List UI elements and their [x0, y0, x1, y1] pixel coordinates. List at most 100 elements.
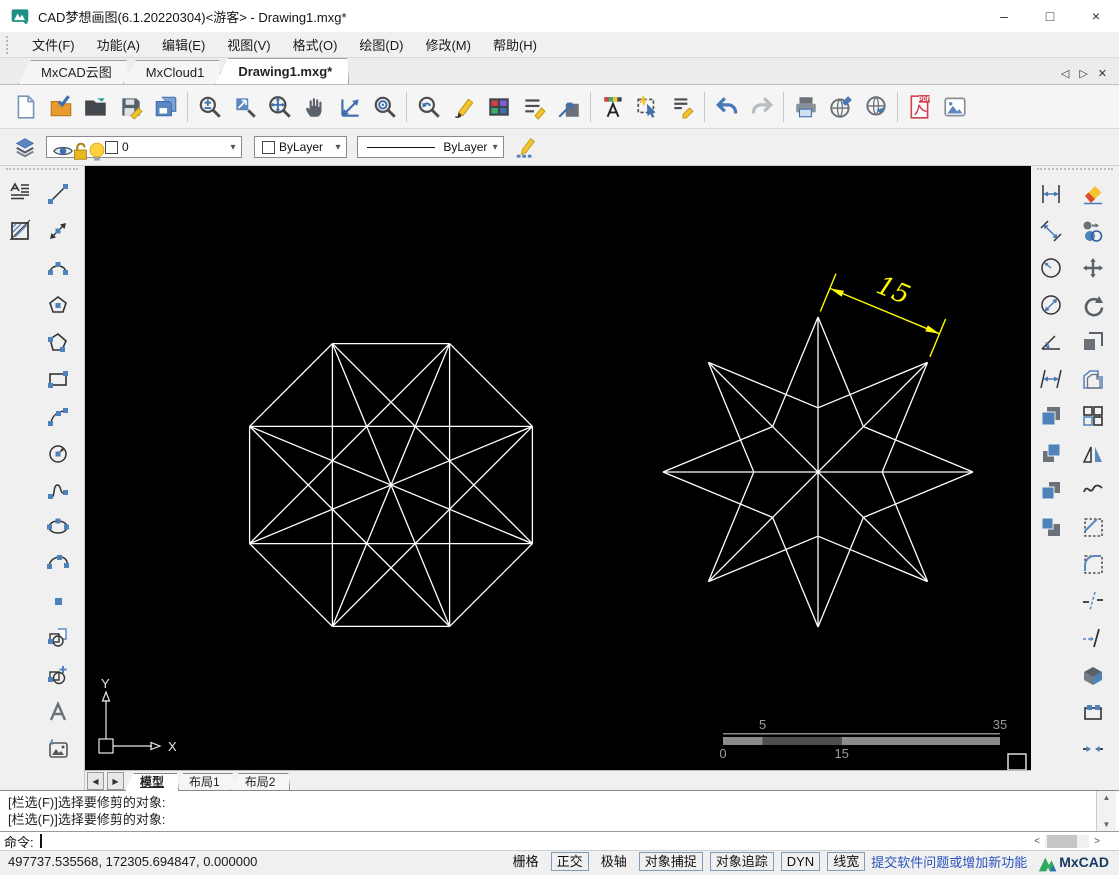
lineweight-settings-button[interactable] — [551, 89, 586, 125]
color-select[interactable]: ByLayer ▾ — [254, 136, 347, 158]
toggle-栅格[interactable]: 栅格 — [508, 853, 544, 870]
radius-dimension-button[interactable] — [1035, 252, 1067, 284]
doc-tab-MxCAD云图[interactable]: MxCAD云图 — [18, 60, 129, 84]
menu-视图V[interactable]: 视图(V) — [216, 32, 281, 57]
close-button[interactable]: × — [1073, 0, 1119, 32]
move-button[interactable] — [1077, 252, 1109, 284]
image-export-button[interactable] — [937, 89, 972, 125]
erase-button[interactable] — [1077, 178, 1109, 210]
rotate-button[interactable] — [1077, 289, 1109, 321]
menu-格式O[interactable]: 格式(O) — [282, 32, 349, 57]
stretch-button[interactable] — [1077, 696, 1109, 728]
layer-select[interactable]: 0 ▾ — [46, 136, 242, 161]
undo-button[interactable] — [709, 89, 744, 125]
array-button[interactable] — [1077, 400, 1109, 432]
drawing-canvas[interactable]: 15 5 35 0 15 Y X — [85, 166, 1031, 770]
toggle-DYN[interactable]: DYN — [780, 852, 821, 871]
point-button[interactable] — [42, 585, 74, 617]
mtext-button[interactable] — [4, 178, 36, 210]
command-history[interactable]: [栏选(F)]选择要修剪的对象: [栏选(F)]选择要修剪的对象: — [0, 790, 1119, 831]
elliptical-arc-button[interactable] — [42, 548, 74, 580]
menu-功能A[interactable]: 功能(A) — [86, 32, 151, 57]
model-tabs-next-button[interactable]: ▶ — [107, 772, 124, 790]
web-publish-button[interactable] — [823, 89, 858, 125]
property-brush-button[interactable] — [665, 89, 700, 125]
polyline-edit-button[interactable] — [1077, 474, 1109, 506]
draw-order-front-button[interactable] — [1035, 474, 1067, 506]
arc-polyline-button[interactable] — [42, 400, 74, 432]
scrollbar-track[interactable] — [1045, 834, 1089, 848]
create-block-button[interactable] — [42, 659, 74, 691]
aligned-dimension-button[interactable] — [1035, 215, 1067, 247]
zoom-in-out-button[interactable] — [192, 89, 227, 125]
pdf-export-button[interactable]: PDF — [902, 89, 937, 125]
zoom-center-button[interactable] — [367, 89, 402, 125]
command-history-scrollbar[interactable]: ▲ ▼ — [1096, 791, 1116, 831]
continue-dimension-button[interactable] — [1035, 363, 1067, 395]
command-input[interactable]: 命令: < > — [0, 831, 1119, 850]
scale-button[interactable] — [1077, 326, 1109, 358]
minimize-button[interactable]: – — [981, 0, 1027, 32]
zoom-extents-button[interactable] — [332, 89, 367, 125]
menu-帮助H[interactable]: 帮助(H) — [482, 32, 548, 57]
save-button[interactable] — [113, 89, 148, 125]
diameter-dimension-button[interactable] — [1035, 289, 1067, 321]
polyline-button[interactable] — [42, 326, 74, 358]
command-input-scrollbar[interactable]: < > — [1029, 834, 1105, 849]
new-button[interactable] — [8, 89, 43, 125]
draw-order-above-button[interactable] — [1035, 437, 1067, 469]
zoom-dynamic-button[interactable] — [262, 89, 297, 125]
scrollbar-thumb[interactable] — [1047, 834, 1077, 848]
image-button[interactable] — [42, 733, 74, 765]
linetype-select[interactable]: ByLayer ▾ — [357, 136, 504, 158]
edit-properties-button[interactable] — [510, 131, 542, 163]
linear-dimension-button[interactable] — [1035, 178, 1067, 210]
toggle-对象捕捉[interactable]: 对象捕捉 — [638, 852, 703, 871]
match-properties-button[interactable] — [1077, 215, 1109, 247]
insert-block-button[interactable] — [42, 622, 74, 654]
circle-button[interactable] — [42, 437, 74, 469]
close-tab-icon[interactable]: ✕ — [1098, 67, 1107, 80]
redo-button[interactable] — [744, 89, 779, 125]
toggle-线宽[interactable]: 线宽 — [827, 852, 866, 871]
color-palette-button[interactable] — [481, 89, 516, 125]
zoom-window-button[interactable] — [227, 89, 262, 125]
layer-manager-button[interactable] — [8, 132, 42, 162]
break-button[interactable] — [1077, 585, 1109, 617]
toggle-对象追踪[interactable]: 对象追踪 — [709, 852, 774, 871]
pan-button[interactable] — [297, 89, 332, 125]
explode-button[interactable] — [1077, 659, 1109, 691]
toggle-极轴[interactable]: 极轴 — [596, 853, 632, 870]
eight-point-star[interactable] — [662, 316, 974, 628]
octagon-with-octagram[interactable] — [248, 342, 534, 628]
chamfer-button[interactable] — [1077, 511, 1109, 543]
menu-修改M[interactable]: 修改(M) — [414, 32, 482, 57]
save-all-button[interactable] — [148, 89, 183, 125]
line-button[interactable] — [42, 178, 74, 210]
text-style-button[interactable] — [595, 89, 630, 125]
rectangle-button[interactable] — [42, 363, 74, 395]
quick-select-button[interactable] — [630, 89, 665, 125]
open-button[interactable] — [78, 89, 113, 125]
mirror-button[interactable] — [1077, 437, 1109, 469]
doc-tab-MxCloud1[interactable]: MxCloud1 — [123, 60, 222, 84]
scroll-left-icon[interactable]: < — [1029, 836, 1045, 847]
break-at-point-button[interactable] — [1077, 622, 1109, 654]
web-open-button[interactable] — [858, 89, 893, 125]
doc-tab-Drawing1.mxg*[interactable]: Drawing1.mxg* — [215, 58, 349, 84]
spline-button[interactable] — [42, 474, 74, 506]
polygon-button[interactable] — [42, 289, 74, 321]
linetype-settings-button[interactable] — [516, 89, 551, 125]
zoom-previous-button[interactable] — [411, 89, 446, 125]
draw-order-back-button[interactable] — [1035, 511, 1067, 543]
scroll-tabs-left-icon[interactable]: ◁ — [1061, 67, 1069, 80]
copy-button[interactable] — [1035, 400, 1067, 432]
arc-button[interactable] — [42, 252, 74, 284]
menu-编辑E[interactable]: 编辑(E) — [151, 32, 216, 57]
layout-tab-布局2[interactable]: 布局2 — [230, 773, 291, 791]
hatch-button[interactable] — [4, 215, 36, 247]
print-button[interactable] — [788, 89, 823, 125]
fillet-button[interactable] — [1077, 548, 1109, 580]
menu-绘图D[interactable]: 绘图(D) — [348, 32, 414, 57]
layout-tab-布局1[interactable]: 布局1 — [174, 773, 235, 791]
